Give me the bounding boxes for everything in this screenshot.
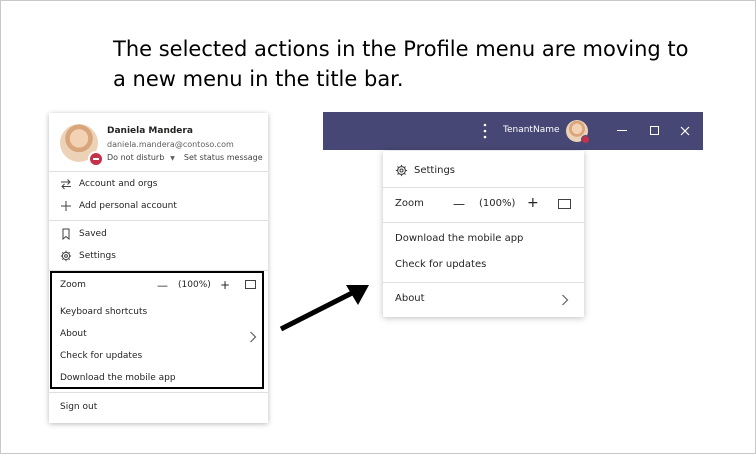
menu-item-label: Add personal account — [79, 201, 177, 211]
menu-item-label: Saved — [79, 229, 107, 239]
user-email: daniela.mandera@contoso.com — [107, 140, 234, 149]
menu-item-check-updates[interactable]: Check for updates — [383, 258, 584, 274]
gear-icon — [60, 250, 72, 262]
menu-item-label: About — [395, 293, 425, 304]
close-icon[interactable] — [680, 126, 690, 136]
slide-caption: The selected actions in the Profile menu… — [113, 34, 713, 94]
zoom-value: (100%) — [479, 198, 516, 209]
divider — [383, 222, 584, 223]
maximize-icon[interactable] — [650, 126, 659, 135]
menu-item-label: Download the mobile app — [395, 233, 524, 244]
divider — [49, 171, 268, 172]
title-bar: TenantName — [323, 112, 703, 150]
menu-item-saved[interactable]: Saved — [49, 224, 268, 246]
chevron-down-icon[interactable]: ▼ — [170, 155, 175, 162]
chevron-right-icon — [562, 294, 569, 306]
divider — [383, 282, 584, 283]
swap-icon — [61, 179, 71, 190]
menu-item-add-personal-account[interactable]: Add personal account — [49, 196, 268, 218]
do-not-disturb-badge — [581, 135, 590, 144]
highlight-box — [50, 271, 264, 389]
divider — [383, 187, 584, 188]
zoom-row: Zoom — (100%) + — [383, 195, 584, 213]
menu-item-about[interactable]: About — [383, 292, 584, 308]
menu-item-label: Sign out — [60, 402, 98, 412]
status-dropdown[interactable]: Do not disturb — [107, 153, 164, 162]
arrow-icon — [279, 285, 369, 332]
menu-item-download-app[interactable]: Download the mobile app — [383, 232, 584, 248]
menu-item-account-orgs[interactable]: Account and orgs — [49, 174, 268, 196]
menu-item-settings[interactable]: Settings — [383, 163, 584, 179]
zoom-label: Zoom — [395, 198, 424, 209]
divider — [49, 392, 268, 393]
status-row: Do not disturb ▼ Set status message — [107, 153, 263, 162]
plus-icon — [61, 201, 71, 211]
title-bar-menu: Settings Zoom — (100%) + Download the mo… — [383, 151, 584, 317]
minimize-icon[interactable] — [617, 130, 627, 131]
divider — [49, 220, 268, 221]
menu-item-label: Settings — [414, 165, 456, 176]
menu-item-label: Check for updates — [395, 259, 487, 270]
menu-item-label: Account and orgs — [79, 179, 158, 189]
zoom-in-button[interactable]: + — [527, 195, 539, 211]
caption-line-2: a new menu in the title bar. — [113, 67, 404, 91]
bookmark-icon — [62, 228, 70, 240]
zoom-out-button[interactable]: — — [453, 197, 465, 211]
set-status-link[interactable]: Set status message — [184, 153, 263, 162]
menu-item-sign-out[interactable]: Sign out — [49, 397, 268, 419]
fullscreen-icon[interactable] — [558, 199, 571, 209]
more-options-icon[interactable] — [482, 123, 488, 139]
menu-item-label: Settings — [79, 251, 116, 261]
menu-item-settings[interactable]: Settings — [49, 246, 268, 268]
tenant-name[interactable]: TenantName — [503, 125, 560, 135]
caption-line-1: The selected actions in the Profile menu… — [113, 37, 689, 61]
do-not-disturb-badge — [88, 151, 104, 167]
gear-icon — [395, 164, 408, 177]
user-name: Daniela Mandera — [107, 126, 193, 136]
